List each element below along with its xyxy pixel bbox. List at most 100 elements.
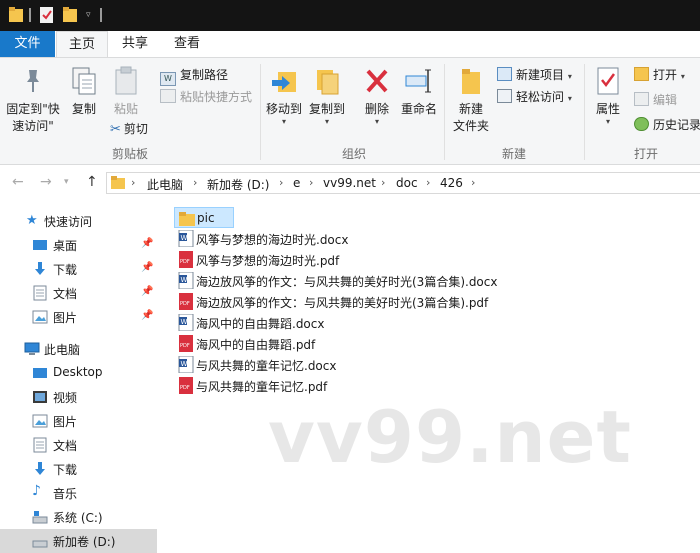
easy-access-button[interactable]: 轻松访问 ▾ (497, 88, 572, 105)
new-item-button[interactable]: 新建项目 ▾ (497, 66, 572, 83)
chevron-right-icon: › (131, 176, 136, 189)
paste-shortcut-button[interactable]: 粘贴快捷方式 (160, 88, 252, 105)
word-doc-icon: W (178, 356, 194, 373)
breadcrumb-vv99[interactable]: vv99.net (323, 176, 376, 190)
svg-text:W: W (181, 360, 188, 368)
open-group-label: 打开 (633, 147, 658, 161)
edit-icon (634, 92, 649, 106)
customize-toolbar-icon[interactable]: ▿ (86, 10, 91, 20)
tab-share[interactable]: 共享 (112, 31, 158, 57)
music-note-icon: ♪ (32, 483, 41, 499)
recent-locations-icon[interactable]: ▾ (64, 177, 69, 187)
delete-button[interactable]: 删除 ▾ (360, 64, 394, 126)
chevron-right-icon: › (309, 176, 314, 189)
nav-quick-access[interactable]: ★ 快速访问 (0, 209, 157, 233)
list-item-file[interactable]: W 风筝与梦想的海边时光.docx (174, 228, 514, 249)
nav-item-label: 图片 (53, 311, 78, 325)
properties-button[interactable]: 属性 ▾ (588, 64, 628, 126)
properties-icon (597, 67, 619, 95)
cut-button[interactable]: ✂ 剪切 (110, 120, 148, 137)
folder-icon[interactable] (9, 7, 23, 26)
list-item-file[interactable]: PDF 海风中的自由舞蹈.pdf (174, 333, 514, 354)
address-bar[interactable]: › 此电脑 › 新加卷 (D:) › e › vv99.net › doc › … (106, 172, 700, 194)
move-to-label: 移动到 (265, 102, 302, 116)
breadcrumb-426[interactable]: 426 (440, 176, 463, 190)
breadcrumb-e[interactable]: e (293, 176, 300, 190)
breadcrumb-doc[interactable]: doc (396, 176, 418, 190)
folder-icon (111, 176, 125, 193)
separator (444, 64, 445, 160)
svg-text:W: W (181, 276, 188, 284)
back-arrow-icon[interactable]: ← (12, 174, 24, 190)
properties-dropdown-icon: ▾ (605, 117, 610, 126)
nav-item-pictures[interactable]: 图片 📌 (0, 305, 157, 329)
easy-access-label: 轻松访问 (516, 90, 565, 104)
nav-item-desktop[interactable]: 桌面 📌 (0, 233, 157, 257)
tab-home[interactable]: 主页 (56, 31, 108, 57)
open-icon (634, 67, 649, 81)
new-folder-label-line2: 文件夹 (452, 119, 489, 133)
drive-icon (32, 540, 48, 548)
pin-to-quick-access-button[interactable]: 固定到"快 速访问" (2, 64, 64, 134)
edit-label: 编辑 (653, 93, 678, 107)
list-item-file[interactable]: PDF 风筝与梦想的海边时光.pdf (174, 249, 514, 270)
history-button[interactable]: 历史记录 (634, 116, 700, 133)
move-to-button[interactable]: 移动到 ▾ (264, 64, 304, 126)
tab-view[interactable]: 查看 (163, 31, 211, 57)
copy-icon (72, 67, 96, 95)
pin-icon[interactable]: 📌 (141, 286, 153, 297)
desktop-icon (33, 240, 47, 250)
nav-item-desktop-pc[interactable]: Desktop (0, 361, 157, 385)
copy-to-button[interactable]: 复制到 ▾ (307, 64, 347, 126)
breadcrumb-this-pc[interactable]: 此电脑 (147, 176, 183, 193)
list-item-file[interactable]: W 海风中的自由舞蹈.docx (174, 312, 514, 333)
nav-this-pc-label: 此电脑 (44, 343, 81, 357)
up-arrow-icon[interactable]: ↑ (86, 174, 98, 190)
pin-icon[interactable]: 📌 (141, 262, 153, 273)
nav-item-pictures-pc[interactable]: 图片 (0, 409, 157, 433)
delete-label: 删除 (364, 102, 389, 116)
svg-text:PDF: PDF (180, 343, 190, 349)
new-folder-button[interactable]: 新建 文件夹 (448, 64, 494, 134)
open-button[interactable]: 打开 ▾ (634, 66, 685, 83)
pin-icon[interactable]: 📌 (141, 310, 153, 321)
nav-item-downloads-pc[interactable]: 下载 (0, 457, 157, 481)
nav-item-label: 视频 (53, 391, 78, 405)
copy-path-button[interactable]: W 复制路径 (160, 66, 228, 86)
nav-this-pc[interactable]: 此电脑 (0, 337, 157, 361)
list-item-folder[interactable]: pic (174, 207, 234, 228)
list-item-file[interactable]: PDF 与风共舞的童年记忆.pdf (174, 375, 514, 396)
properties-icon[interactable] (40, 7, 54, 26)
nav-item-drive-d[interactable]: 新加卷 (D:) (0, 529, 157, 553)
file-name: 海边放风筝的作文：与风共舞的美好时光(3篇合集).docx (196, 275, 498, 289)
paste-button[interactable]: 粘贴 (106, 64, 146, 117)
history-icon (634, 117, 649, 131)
copy-label: 复制 (71, 102, 96, 116)
desktop-icon (33, 368, 47, 378)
forward-arrow-icon[interactable]: → (40, 174, 52, 190)
tab-file[interactable]: 文件 (0, 31, 55, 57)
list-item-file[interactable]: W 与风共舞的童年记忆.docx (174, 354, 514, 375)
rename-button[interactable]: 重命名 (398, 64, 440, 117)
list-item-file[interactable]: W 海边放风筝的作文：与风共舞的美好时光(3篇合集).docx (174, 270, 514, 291)
nav-item-downloads[interactable]: 下载 📌 (0, 257, 157, 281)
pin-label-line2: 速访问" (12, 119, 54, 133)
nav-item-drive-c[interactable]: 系统 (C:) (0, 505, 157, 529)
delete-dropdown-icon: ▾ (374, 117, 379, 126)
move-to-icon (272, 72, 296, 92)
pin-icon[interactable]: 📌 (141, 238, 153, 249)
copy-button[interactable]: 复制 (66, 64, 102, 117)
clipboard-group-label: 剪贴板 (111, 147, 148, 161)
nav-item-videos[interactable]: 视频 (0, 385, 157, 409)
nav-item-label: 下载 (53, 463, 78, 477)
nav-item-documents-pc[interactable]: 文档 (0, 433, 157, 457)
copy-path-label: 复制路径 (180, 68, 229, 82)
nav-item-documents[interactable]: 文档 📌 (0, 281, 157, 305)
chevron-right-icon: › (193, 176, 198, 189)
file-name: 海边放风筝的作文：与风共舞的美好时光(3篇合集).pdf (196, 296, 489, 310)
nav-item-music[interactable]: ♪ 音乐 (0, 481, 157, 505)
new-folder-icon[interactable] (63, 7, 77, 26)
list-item-file[interactable]: PDF 海边放风筝的作文：与风共舞的美好时光(3篇合集).pdf (174, 291, 514, 312)
breadcrumb-drive-d[interactable]: 新加卷 (D:) (207, 176, 269, 193)
edit-button[interactable]: 编辑 (634, 91, 677, 108)
